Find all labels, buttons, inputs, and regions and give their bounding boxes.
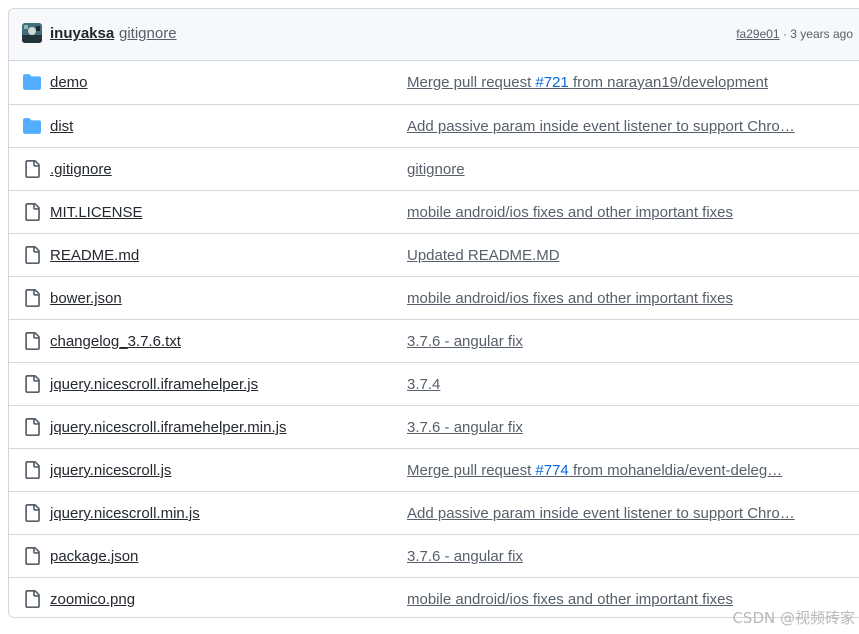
- commit-message-link[interactable]: gitignore: [119, 25, 177, 42]
- commit-message-suffix: from mohaneldia/event-deleg…: [568, 462, 783, 479]
- file-icon: [23, 160, 41, 178]
- commit-message-link[interactable]: Add passive param inside event listener …: [407, 505, 802, 522]
- file-name-link[interactable]: demo: [50, 74, 88, 91]
- commit-message-text: mobile android/ios fixes and other impor…: [407, 204, 734, 221]
- file-rows: demo Merge pull request #721 from narayan…: [9, 61, 859, 617]
- file-icon: [23, 375, 41, 393]
- commit-message-link[interactable]: Updated README.MD: [407, 247, 802, 264]
- file-row[interactable]: package.json 3.7.6 - angular fix: [9, 534, 859, 577]
- commit-message-link[interactable]: Merge pull request #774 from mohaneldia/…: [407, 462, 802, 479]
- folder-icon: [23, 117, 41, 135]
- file-row[interactable]: MIT.LICENSE mobile android/ios fixes and …: [9, 190, 859, 233]
- commit-message-link[interactable]: mobile android/ios fixes and other impor…: [407, 591, 802, 608]
- file-row[interactable]: README.md Updated README.MD: [9, 233, 859, 276]
- meta-separator: ·: [779, 27, 791, 41]
- pull-request-link[interactable]: #721: [535, 74, 568, 91]
- commit-message-text: mobile android/ios fixes and other impor…: [407, 591, 734, 608]
- commit-message-link[interactable]: 3.7.6 - angular fix: [407, 419, 802, 436]
- file-icon: [23, 504, 41, 522]
- commit-message-text: 3.7.6 - angular fix: [407, 548, 523, 565]
- commit-message-link[interactable]: mobile android/ios fixes and other impor…: [407, 204, 802, 221]
- watermark: CSDN @视频砖家: [732, 609, 855, 627]
- file-icon: [23, 590, 41, 608]
- file-name-link[interactable]: jquery.nicescroll.min.js: [50, 505, 200, 522]
- commit-message-link[interactable]: gitignore: [407, 161, 802, 178]
- file-icon: [23, 332, 41, 350]
- commit-message-text: 3.7.6 - angular fix: [407, 419, 523, 436]
- latest-commit-header: inuyaksa gitignore fa29e01 · 3 years ago: [9, 9, 859, 61]
- commit-message-text: Merge pull request: [407, 74, 536, 91]
- file-row[interactable]: jquery.nicescroll.iframehelper.js 3.7.4: [9, 362, 859, 405]
- file-icon: [23, 289, 41, 307]
- file-name-link[interactable]: jquery.nicescroll.js: [50, 462, 171, 479]
- commit-message-text: Updated README.MD: [407, 247, 560, 264]
- file-row[interactable]: jquery.nicescroll.iframehelper.min.js 3.7…: [9, 405, 859, 448]
- commit-message-text: gitignore: [407, 161, 465, 178]
- file-name-link[interactable]: jquery.nicescroll.iframehelper.js: [50, 376, 258, 393]
- commit-author-link[interactable]: inuyaksa: [50, 25, 114, 42]
- commit-message-link[interactable]: Add passive param inside event listener …: [407, 118, 802, 135]
- commit-message-text: mobile android/ios fixes and other impor…: [407, 290, 734, 307]
- commit-message-link[interactable]: 3.7.4: [407, 376, 802, 393]
- commit-message-link[interactable]: Merge pull request #721 from narayan19/d…: [407, 74, 802, 91]
- file-name-link[interactable]: MIT.LICENSE: [50, 204, 143, 221]
- file-name-link[interactable]: zoomico.png: [50, 591, 135, 608]
- commit-message-link[interactable]: mobile android/ios fixes and other impor…: [407, 290, 802, 307]
- file-name-link[interactable]: package.json: [50, 548, 138, 565]
- commit-sha-link[interactable]: fa29e01: [736, 27, 779, 41]
- commit-message-text: Add passive param inside event listener …: [407, 118, 795, 135]
- file-icon: [23, 246, 41, 264]
- commit-message-text: 3.7.4: [407, 376, 441, 393]
- commit-message-link[interactable]: 3.7.6 - angular fix: [407, 548, 802, 565]
- folder-icon: [23, 73, 41, 91]
- file-name-link[interactable]: jquery.nicescroll.iframehelper.min.js: [50, 419, 286, 436]
- file-icon: [23, 418, 41, 436]
- file-row[interactable]: changelog_3.7.6.txt 3.7.6 - angular fix: [9, 319, 859, 362]
- file-icon: [23, 547, 41, 565]
- commit-message-text: Merge pull request: [407, 462, 536, 479]
- commit-message-link[interactable]: 3.7.6 - angular fix: [407, 333, 802, 350]
- file-name-link[interactable]: changelog_3.7.6.txt: [50, 333, 181, 350]
- file-name-link[interactable]: README.md: [50, 247, 139, 264]
- file-row[interactable]: bower.json mobile android/ios fixes and o…: [9, 276, 859, 319]
- pull-request-link[interactable]: #774: [535, 462, 568, 479]
- file-row[interactable]: jquery.nicescroll.js Merge pull request #…: [9, 448, 859, 491]
- commit-meta: fa29e01 · 3 years ago: [736, 27, 853, 41]
- file-row[interactable]: demo Merge pull request #721 from narayan…: [9, 61, 859, 104]
- commit-message-text: Add passive param inside event listener …: [407, 505, 795, 522]
- file-name-link[interactable]: .gitignore: [50, 161, 112, 178]
- file-name-link[interactable]: bower.json: [50, 290, 122, 307]
- file-row[interactable]: jquery.nicescroll.min.js Add passive para…: [9, 491, 859, 534]
- author-avatar[interactable]: [22, 23, 42, 43]
- file-icon: [23, 461, 41, 479]
- commit-message-suffix: from narayan19/development: [568, 74, 769, 91]
- file-name-link[interactable]: dist: [50, 118, 73, 135]
- commit-message-text: 3.7.6 - angular fix: [407, 333, 523, 350]
- file-row[interactable]: .gitignore gitignore: [9, 147, 859, 190]
- file-row[interactable]: dist Add passive param inside event liste…: [9, 104, 859, 147]
- commit-time: 3 years ago: [790, 27, 853, 41]
- file-list: inuyaksa gitignore fa29e01 · 3 years ago…: [8, 8, 859, 618]
- file-icon: [23, 203, 41, 221]
